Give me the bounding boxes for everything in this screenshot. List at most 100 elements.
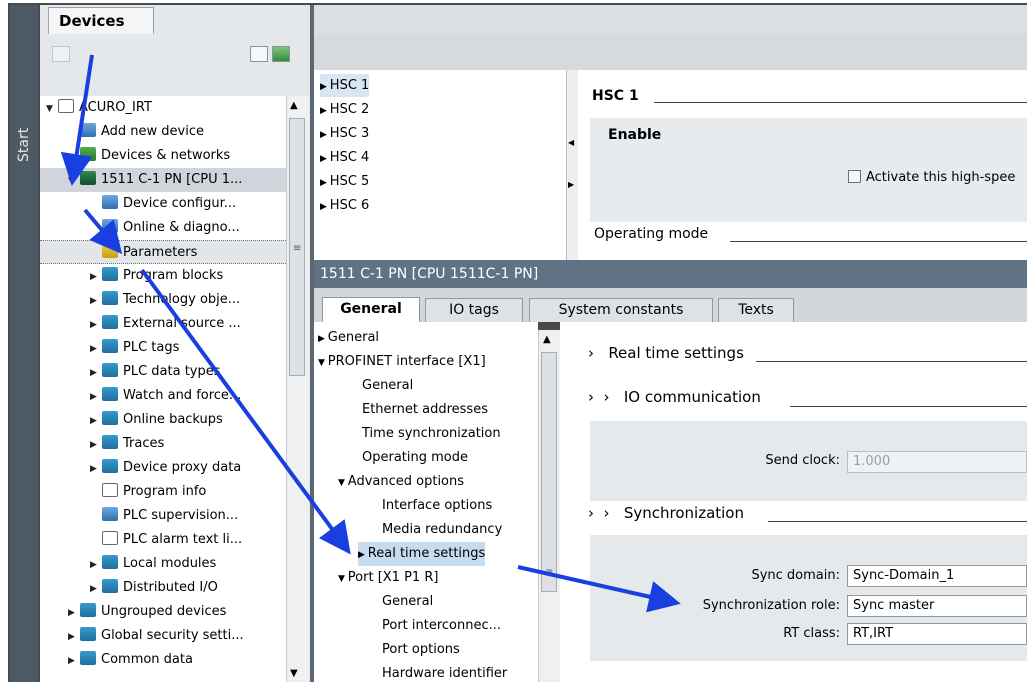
hsc-item[interactable]: ▶ HSC 3: [320, 122, 369, 145]
expand-icon[interactable]: ▶: [318, 334, 328, 344]
tree-item[interactable]: ▶ PLC data types: [40, 360, 286, 384]
nav-item[interactable]: Hardware identifier: [382, 662, 507, 686]
expand-icon[interactable]: ▶: [90, 289, 102, 313]
sync-domain-field[interactable]: Sync-Domain_1: [847, 565, 1027, 587]
nav-item[interactable]: General: [362, 374, 413, 398]
tree-item[interactable]: ▶ Online backups: [40, 408, 286, 432]
rt-class-field[interactable]: RT,IRT: [847, 623, 1027, 645]
expand-icon[interactable]: ▶: [90, 337, 102, 361]
expand-icon[interactable]: ▶: [90, 385, 102, 409]
start-strip[interactable]: [10, 5, 38, 682]
tree-item-label: Online & diagno...: [123, 220, 240, 235]
nav-scroll-thumb[interactable]: ≡: [541, 352, 557, 592]
tree-item[interactable]: ▶ Common data: [40, 648, 286, 672]
rts-title: Real time settings: [608, 344, 744, 362]
expand-icon[interactable]: ▶: [320, 82, 330, 92]
send-clock-field[interactable]: 1.000: [847, 451, 1027, 473]
tree-item[interactable]: ▶ Technology obje...: [40, 288, 286, 312]
expand-icon[interactable]: ▶: [68, 649, 80, 673]
tab-general[interactable]: General: [322, 297, 420, 323]
hsc-item[interactable]: ▶ HSC 4: [320, 146, 369, 169]
tree-item[interactable]: ▶ Program blocks: [40, 264, 286, 288]
tree-item[interactable]: PLC alarm text li...: [40, 528, 286, 552]
grid-view-icon[interactable]: [272, 46, 290, 62]
start-label[interactable]: Start: [10, 120, 38, 170]
tree-item[interactable]: Online & diagno...: [40, 216, 286, 240]
scroll-right-icon[interactable]: ▶: [568, 180, 574, 189]
tab-system-constants[interactable]: System constants: [529, 298, 713, 322]
new-item-icon[interactable]: [52, 46, 70, 62]
tree-item[interactable]: Device configur...: [40, 192, 286, 216]
expand-icon[interactable]: ▶: [90, 577, 102, 601]
collapse-icon[interactable]: ▼: [338, 574, 348, 584]
collapse-icon[interactable]: ▼: [318, 358, 328, 368]
tab-io-tags[interactable]: IO tags: [425, 298, 523, 322]
tree-item[interactable]: ▶ Local modules: [40, 552, 286, 576]
hsc-item[interactable]: ▶ HSC 5: [320, 170, 369, 193]
tab-texts[interactable]: Texts: [718, 298, 794, 322]
scroll-up-icon[interactable]: ▲: [290, 100, 298, 111]
nav-item[interactable]: Ethernet addresses: [362, 398, 488, 422]
expand-icon[interactable]: ▶: [320, 202, 330, 212]
hsc-item[interactable]: ▶ HSC 6: [320, 194, 369, 217]
expand-icon[interactable]: ▶: [90, 457, 102, 481]
tree-item[interactable]: ▶ Watch and force...: [40, 384, 286, 408]
folder-icon: [102, 339, 118, 353]
hsc-item[interactable]: ▶ HSC 2: [320, 98, 369, 121]
activate-hsc-checkbox[interactable]: [848, 170, 861, 183]
activate-hsc-row[interactable]: Activate this high-spee: [848, 170, 1015, 185]
scroll-left-icon[interactable]: ◀: [568, 138, 574, 147]
scroll-down-icon[interactable]: ▼: [290, 668, 298, 679]
tree-item[interactable]: ▶ Ungrouped devices: [40, 600, 286, 624]
nav-item[interactable]: Port options: [382, 638, 460, 662]
tree-item[interactable]: Add new device: [40, 120, 286, 144]
tree-item[interactable]: ▶ External source ...: [40, 312, 286, 336]
tree-item[interactable]: ▶ PLC tags: [40, 336, 286, 360]
tab-devices[interactable]: Devices: [48, 7, 154, 34]
nav-item[interactable]: ▼ Port [X1 P1 R]: [338, 566, 438, 590]
expand-icon[interactable]: ▶: [90, 361, 102, 385]
collapse-icon[interactable]: ▼: [68, 169, 80, 193]
tree-item-label: Watch and force...: [123, 388, 242, 403]
collapse-icon[interactable]: ▼: [338, 478, 348, 488]
expand-icon[interactable]: ▶: [358, 550, 368, 560]
nav-item[interactable]: ▶ General: [318, 326, 379, 350]
expand-icon[interactable]: ▶: [90, 433, 102, 457]
tree-item[interactable]: ▶ Device proxy data: [40, 456, 286, 480]
nav-item[interactable]: General: [382, 590, 433, 614]
expand-icon[interactable]: ▶: [90, 313, 102, 337]
tree-scroll-thumb[interactable]: ≡: [289, 118, 305, 376]
tree-item[interactable]: Parameters: [40, 240, 286, 264]
nav-item[interactable]: ▼ Advanced options: [338, 470, 464, 494]
tree-item[interactable]: ▼ 1511 C-1 PN [CPU 1...: [40, 168, 286, 192]
details-view-icon[interactable]: [250, 46, 268, 62]
tree-item[interactable]: ▼ ACURO_IRT: [40, 96, 286, 120]
nav-item[interactable]: Media redundancy: [382, 518, 502, 542]
tree-item-label: ACURO_IRT: [79, 100, 152, 115]
nav-item[interactable]: Time synchronization: [362, 422, 501, 446]
expand-icon[interactable]: ▶: [68, 601, 80, 625]
expand-icon[interactable]: ▶: [68, 625, 80, 649]
nav-item[interactable]: ▶ Real time settings: [358, 542, 486, 566]
expand-icon[interactable]: ▶: [320, 178, 330, 188]
tree-item[interactable]: PLC supervision...: [40, 504, 286, 528]
nav-item[interactable]: Interface options: [382, 494, 492, 518]
expand-icon[interactable]: ▶: [320, 130, 330, 140]
tree-item[interactable]: ▶ Global security setti...: [40, 624, 286, 648]
nav-item[interactable]: ▼ PROFINET interface [X1]: [318, 350, 486, 374]
collapse-icon[interactable]: ▼: [46, 97, 58, 121]
hsc-item[interactable]: ▶ HSC 1: [320, 74, 370, 97]
expand-icon[interactable]: ▶: [90, 553, 102, 577]
tree-item[interactable]: ▶ Traces: [40, 432, 286, 456]
expand-icon[interactable]: ▶: [90, 409, 102, 433]
nav-scroll-up-icon[interactable]: ▲: [543, 334, 551, 345]
tree-item[interactable]: ▶ Distributed I/O: [40, 576, 286, 600]
expand-icon[interactable]: ▶: [320, 106, 330, 116]
expand-icon[interactable]: ▶: [90, 265, 102, 289]
nav-item[interactable]: Port interconnec...: [382, 614, 501, 638]
sync-role-field[interactable]: Sync master: [847, 595, 1027, 617]
tree-item[interactable]: Program info: [40, 480, 286, 504]
tree-item[interactable]: Devices & networks: [40, 144, 286, 168]
expand-icon[interactable]: ▶: [320, 154, 330, 164]
nav-item[interactable]: Operating mode: [362, 446, 468, 470]
